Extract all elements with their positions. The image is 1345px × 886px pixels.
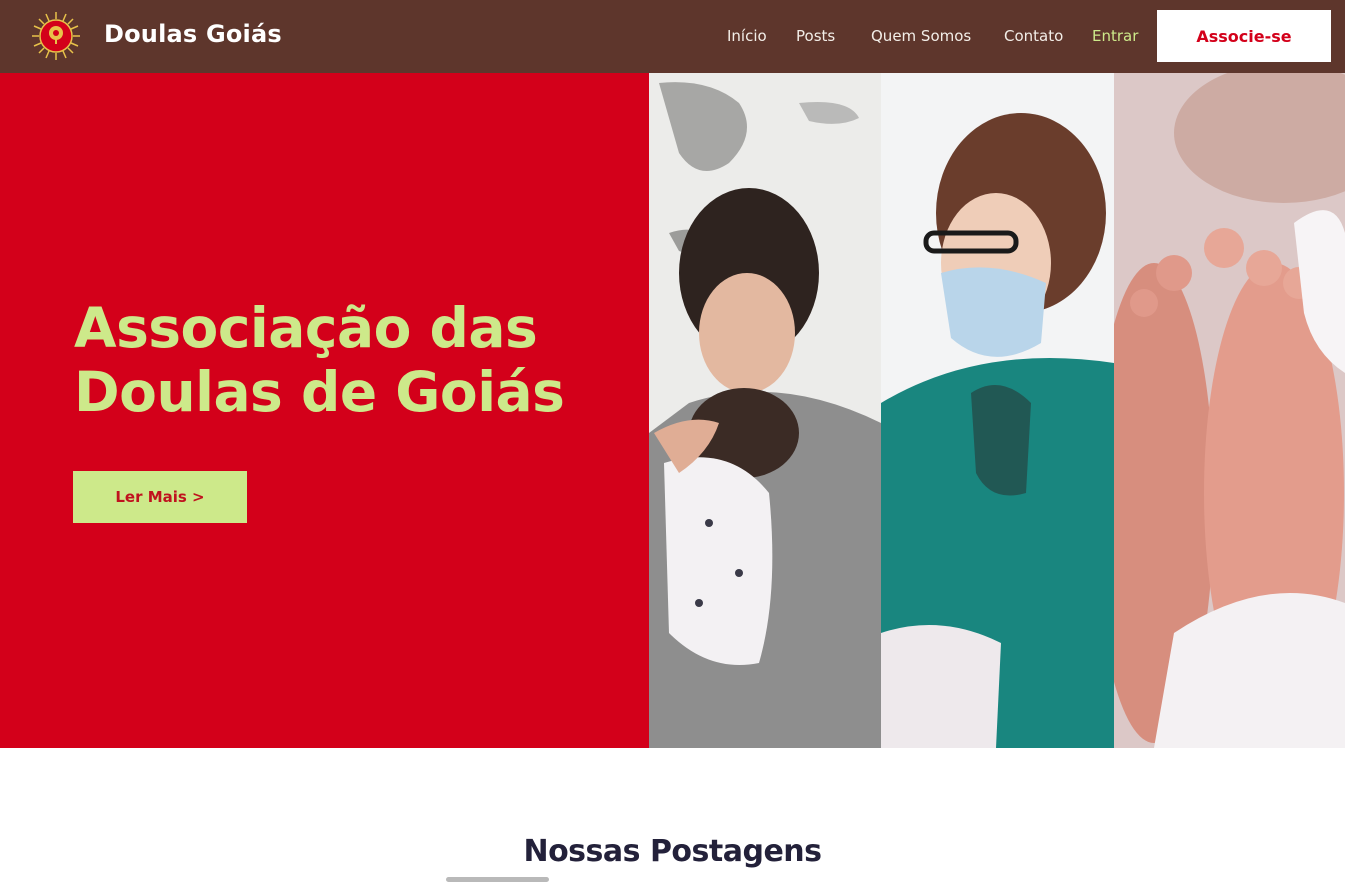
section-title-posts: Nossas Postagens <box>523 834 822 869</box>
site-header: Doulas Goiás Início Posts Quem Somos Con… <box>0 0 1345 73</box>
hero-title-line-1: Associação das <box>74 296 538 360</box>
baby-feet-photo <box>1114 73 1345 748</box>
associe-se-button[interactable]: Associe-se <box>1157 10 1331 62</box>
nav-link-entrar[interactable]: Entrar <box>1092 27 1138 45</box>
mother-holding-newborn-photo <box>649 73 881 748</box>
ler-mais-button[interactable]: Ler Mais > <box>73 471 247 523</box>
hero-title-line-2: Doulas de Goiás <box>74 360 565 424</box>
site-brand-name[interactable]: Doulas Goiás <box>104 20 282 48</box>
nav-link-quem-somos[interactable]: Quem Somos <box>871 27 971 45</box>
nav-link-contato[interactable]: Contato <box>1004 27 1063 45</box>
nav-link-posts[interactable]: Posts <box>796 27 835 45</box>
hero-title: Associação das Doulas de Goiás <box>74 296 594 424</box>
nav-link-inicio[interactable]: Início <box>727 27 767 45</box>
sun-tree-logo-icon[interactable] <box>31 11 81 61</box>
nurse-in-scrubs-with-mask-photo <box>881 73 1114 748</box>
horizontal-scrollbar[interactable] <box>446 877 549 882</box>
